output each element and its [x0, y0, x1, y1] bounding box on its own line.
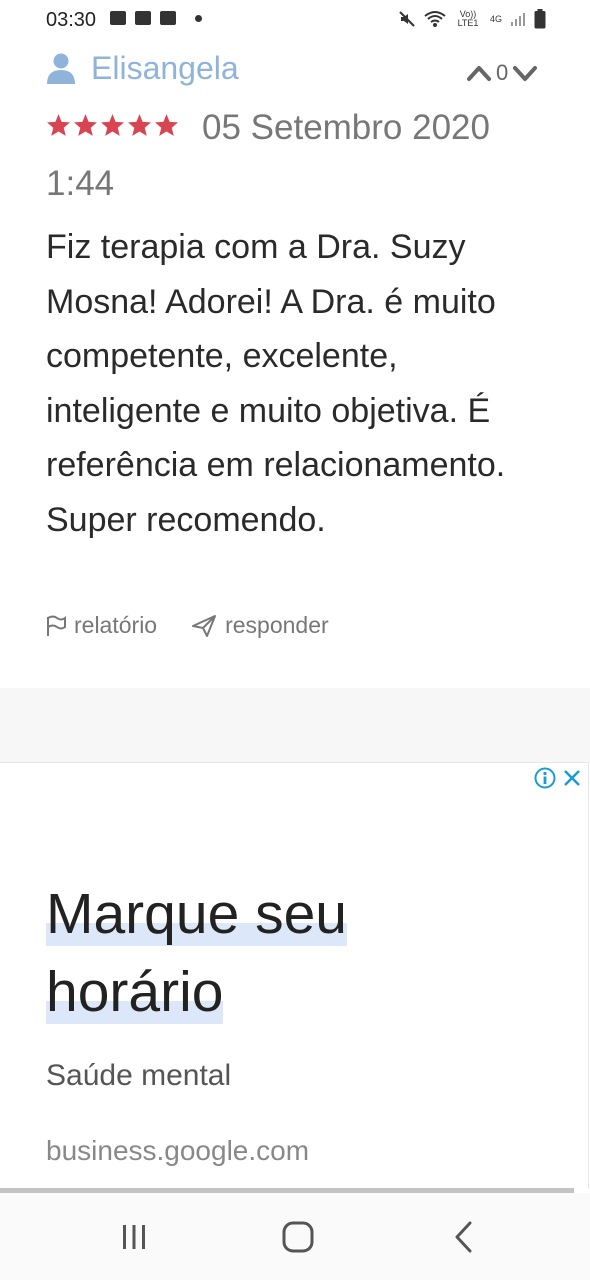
ad-subtitle: Saúde mental [46, 1059, 232, 1092]
recent-apps-icon [123, 1225, 145, 1249]
downvote-icon[interactable] [512, 63, 538, 83]
mail-notification-icon [135, 11, 151, 25]
wifi-icon [424, 11, 446, 27]
network-type-indicator: 4G [489, 13, 502, 24]
status-system-icons: Vo)) LTE1 4G [398, 9, 546, 29]
info-icon[interactable] [534, 767, 556, 789]
status-notification-icons [110, 11, 202, 25]
flag-icon [47, 615, 66, 636]
gallery-notification-icon [110, 11, 126, 25]
mute-icon [399, 11, 415, 27]
back-button[interactable] [442, 1215, 486, 1259]
ad-panel[interactable]: Marque seu horário Saúde mental business… [0, 762, 589, 1189]
review-actions: relatório responder [46, 612, 329, 639]
home-icon [282, 1221, 314, 1253]
recent-apps-button[interactable] [112, 1215, 156, 1259]
navigation-bar [0, 1193, 590, 1280]
volte-indicator: Vo)) LTE1 [457, 9, 479, 28]
reply-button[interactable]: responder [191, 612, 329, 639]
section-divider [0, 688, 590, 762]
status-bar: 03:30 Vo)) LTE1 4G [0, 0, 590, 40]
review-card: Elisangela 0 05 Setembro 2020 1:44 Fiz t… [0, 40, 590, 688]
send-icon [192, 614, 217, 637]
close-icon[interactable] [562, 768, 582, 788]
review-text: Fiz terapia com a Dra. Suzy Mosna! Adore… [46, 228, 506, 539]
ad-domain[interactable]: business.google.com [46, 1135, 309, 1167]
ad-title[interactable]: Marque seu horário [46, 875, 466, 1031]
ad-controls [534, 767, 582, 789]
report-button[interactable]: relatório [46, 612, 157, 639]
report-label: relatório [74, 612, 158, 638]
review-date: 05 Setembro 2020 1:44 [46, 108, 490, 203]
more-notifications-icon [195, 14, 202, 22]
home-button[interactable] [276, 1215, 320, 1259]
vote-control: 0 [466, 60, 538, 86]
signal-icon [511, 13, 525, 26]
vote-count: 0 [496, 60, 509, 85]
user-icon [47, 53, 75, 84]
battery-icon [534, 9, 546, 29]
reviewer-name[interactable]: Elisangela [91, 50, 239, 87]
reply-label: responder [225, 612, 329, 638]
upvote-icon[interactable] [466, 63, 492, 83]
status-time: 03:30 [46, 9, 97, 31]
google-notification-icon [160, 11, 176, 25]
back-icon [455, 1221, 472, 1253]
